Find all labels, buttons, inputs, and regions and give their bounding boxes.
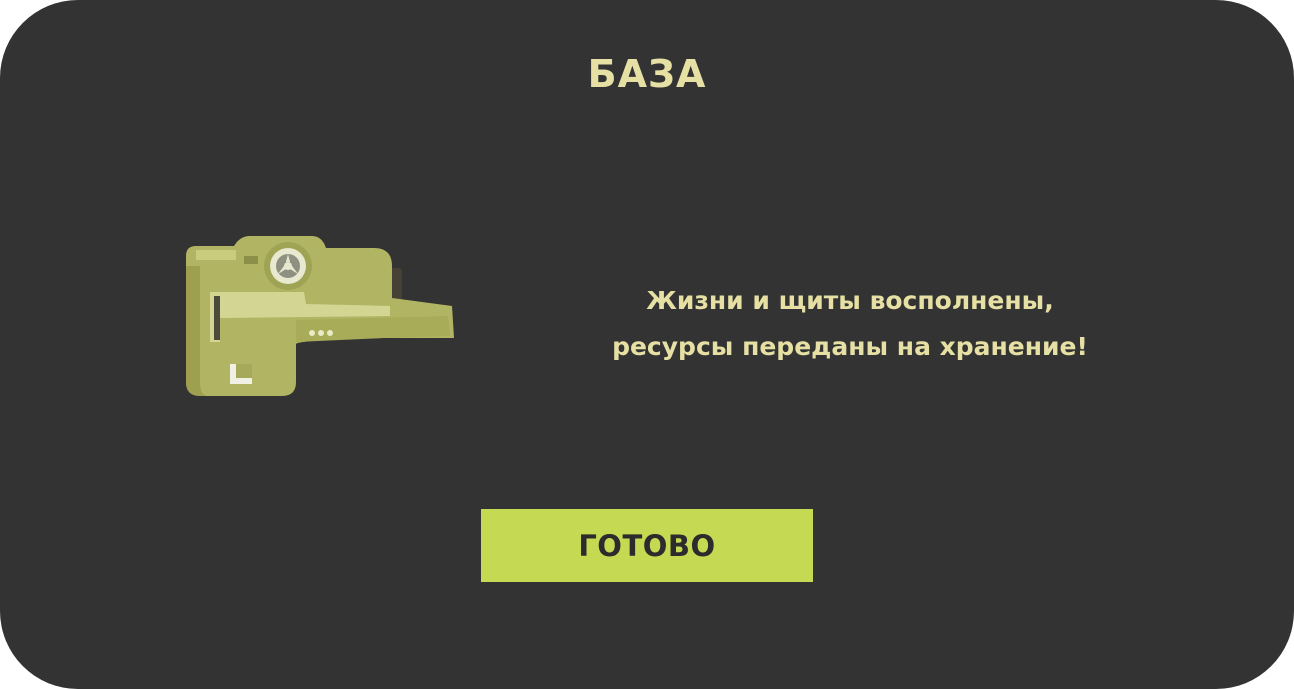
- done-button[interactable]: ГОТОВО: [481, 509, 813, 582]
- message-line: ресурсы переданы на хранение!: [612, 332, 1088, 361]
- status-message: Жизни и щиты восполнены, ресурсы передан…: [560, 278, 1140, 370]
- base-dialog: БАЗА Жизни и щиты восполнены, ресурсы пе…: [0, 0, 1294, 689]
- dialog-title: БАЗА: [587, 52, 707, 96]
- space-base-icon: [186, 236, 454, 396]
- message-line: Жизни и щиты восполнены,: [646, 286, 1054, 315]
